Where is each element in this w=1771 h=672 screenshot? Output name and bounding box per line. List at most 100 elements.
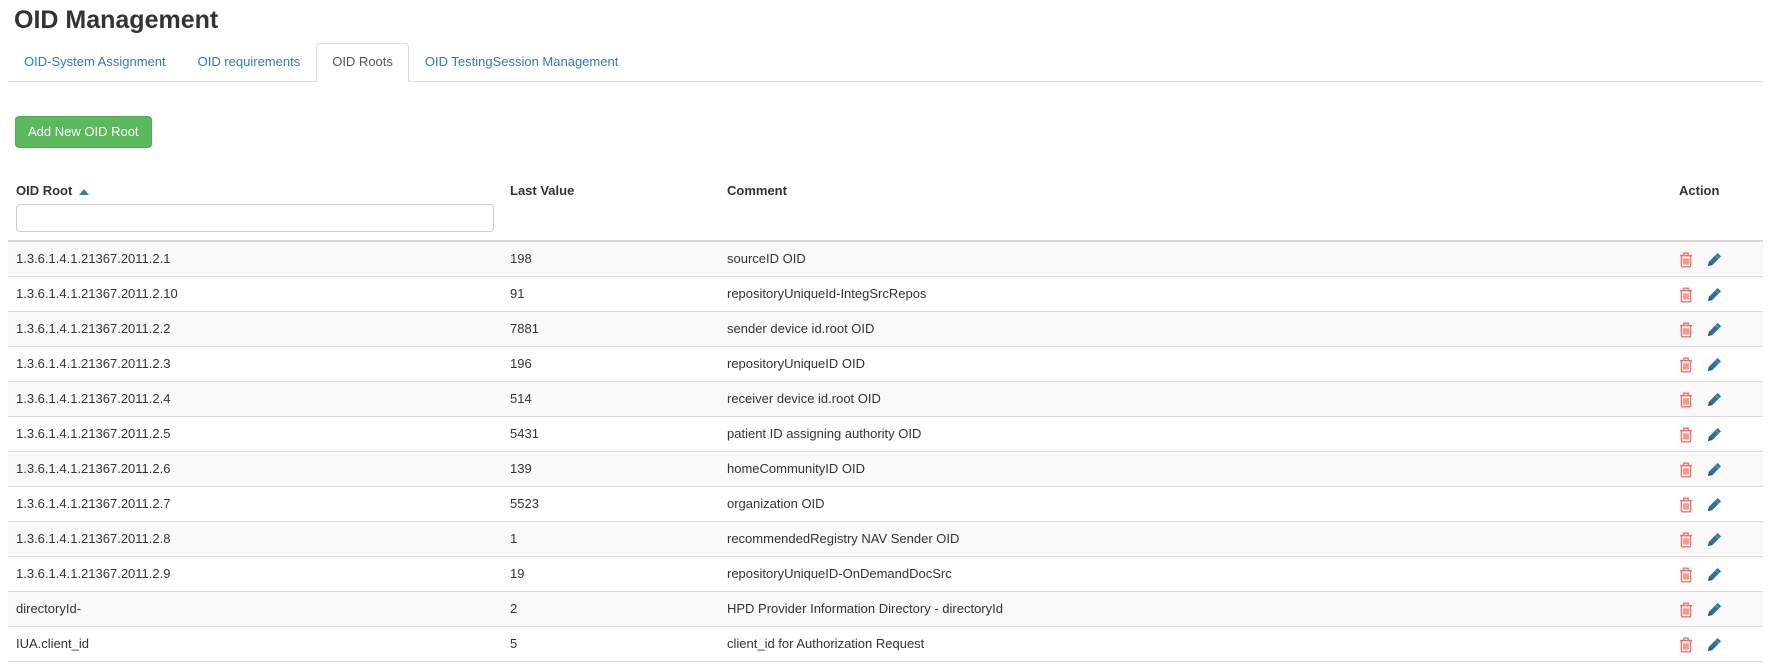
tab-oid-testingsession-management[interactable]: OID TestingSession Management [409,43,634,82]
comment-cell: repositoryUniqueId-IntegSrcRepos [719,277,1671,312]
last-value-cell: 7881 [502,312,719,347]
delete-button[interactable] [1679,602,1693,618]
oid-root-cell: 1.3.6.1.4.1.21367.2011.2.2 [8,312,502,347]
pencil-icon [1707,567,1722,582]
trash-icon [1679,322,1693,338]
delete-button[interactable] [1679,497,1693,513]
column-header-action: Action [1671,174,1763,203]
pencil-icon [1707,252,1722,267]
sort-ascending-icon[interactable] [79,189,89,195]
comment-cell: repositoryUniqueID-OnDemandDocSrc [719,557,1671,592]
oid-root-cell: 1.3.6.1.4.1.21367.2011.2.3 [8,347,502,382]
action-cell [1671,557,1763,592]
table-row: 1.3.6.1.4.1.21367.2011.2.7 5523 organiza… [8,487,1763,522]
edit-button[interactable] [1707,392,1722,407]
delete-button[interactable] [1679,637,1693,653]
oid-root-cell: directoryId- [8,592,502,627]
edit-button[interactable] [1707,357,1722,372]
edit-button[interactable] [1707,462,1722,477]
tab-oid-requirements-label[interactable]: OID requirements [182,43,317,82]
last-value-cell: 91 [502,277,719,312]
comment-cell: organization OID [719,487,1671,522]
delete-button[interactable] [1679,567,1693,583]
trash-icon [1679,252,1693,268]
column-header-oid-root[interactable]: OID Root [8,174,502,203]
comment-cell: recommendedRegistry NAV Sender OID [719,522,1671,557]
delete-button[interactable] [1679,392,1693,408]
pencil-icon [1707,497,1722,512]
edit-button[interactable] [1707,497,1722,512]
trash-icon [1679,497,1693,513]
add-new-oid-root-button[interactable]: Add New OID Root [15,116,152,149]
trash-icon [1679,392,1693,408]
table-header-row: OID Root Last Value Comment Action [8,174,1763,203]
edit-button[interactable] [1707,427,1722,442]
tab-oid-requirements[interactable]: OID requirements [182,43,317,82]
edit-button[interactable] [1707,287,1722,302]
table-row: directoryId- 2 HPD Provider Information … [8,592,1763,627]
edit-button[interactable] [1707,567,1722,582]
edit-button[interactable] [1707,322,1722,337]
comment-cell: sender device id.root OID [719,312,1671,347]
trash-icon [1679,462,1693,478]
trash-icon [1679,637,1693,653]
delete-button[interactable] [1679,252,1693,268]
oid-management-page: OID Management OID-System Assignment OID… [0,5,1771,662]
edit-button[interactable] [1707,252,1722,267]
tab-oid-system-assignment[interactable]: OID-System Assignment [8,43,182,82]
action-cell [1671,347,1763,382]
edit-button[interactable] [1707,602,1722,617]
comment-cell: receiver device id.root OID [719,382,1671,417]
tab-bar: OID-System Assignment OID requirements O… [8,43,1763,82]
edit-button[interactable] [1707,637,1722,652]
delete-button[interactable] [1679,287,1693,303]
pencil-icon [1707,462,1722,477]
table-row: 1.3.6.1.4.1.21367.2011.2.9 19 repository… [8,557,1763,592]
last-value-cell: 2 [502,592,719,627]
oid-root-cell: 1.3.6.1.4.1.21367.2011.2.9 [8,557,502,592]
action-cell [1671,382,1763,417]
page-title: OID Management [14,5,1763,36]
table-row: 1.3.6.1.4.1.21367.2011.2.1 198 sourceID … [8,241,1763,277]
delete-button[interactable] [1679,427,1693,443]
oid-root-filter-input[interactable] [16,204,494,232]
column-header-oid-root-label[interactable]: OID Root [16,183,72,198]
table-row: 1.3.6.1.4.1.21367.2011.2.5 5431 patient … [8,417,1763,452]
oid-root-cell: 1.3.6.1.4.1.21367.2011.2.1 [8,241,502,277]
column-header-last-value: Last Value [502,174,719,203]
oid-root-cell: 1.3.6.1.4.1.21367.2011.2.7 [8,487,502,522]
pencil-icon [1707,287,1722,302]
oid-root-cell: 1.3.6.1.4.1.21367.2011.2.4 [8,382,502,417]
column-header-comment: Comment [719,174,1671,203]
pencil-icon [1707,322,1722,337]
pencil-icon [1707,427,1722,442]
oid-root-cell: 1.3.6.1.4.1.21367.2011.2.10 [8,277,502,312]
oid-root-cell: 1.3.6.1.4.1.21367.2011.2.5 [8,417,502,452]
trash-icon [1679,357,1693,373]
table-row: 1.3.6.1.4.1.21367.2011.2.10 91 repositor… [8,277,1763,312]
delete-button[interactable] [1679,532,1693,548]
comment-cell: client_id for Authorization Request [719,627,1671,662]
oid-root-cell: 1.3.6.1.4.1.21367.2011.2.8 [8,522,502,557]
delete-button[interactable] [1679,462,1693,478]
tab-oid-testingsession-management-label[interactable]: OID TestingSession Management [409,43,634,82]
delete-button[interactable] [1679,322,1693,338]
delete-button[interactable] [1679,357,1693,373]
oid-table-body: 1.3.6.1.4.1.21367.2011.2.1 198 sourceID … [8,241,1763,662]
trash-icon [1679,287,1693,303]
pencil-icon [1707,392,1722,407]
action-cell [1671,241,1763,277]
last-value-cell: 5523 [502,487,719,522]
tab-oid-roots[interactable]: OID Roots [316,43,409,82]
table-row: 1.3.6.1.4.1.21367.2011.2.3 196 repositor… [8,347,1763,382]
last-value-cell: 514 [502,382,719,417]
pencil-icon [1707,357,1722,372]
edit-button[interactable] [1707,532,1722,547]
tab-oid-roots-label[interactable]: OID Roots [316,43,409,82]
comment-cell: patient ID assigning authority OID [719,417,1671,452]
table-row: 1.3.6.1.4.1.21367.2011.2.8 1 recommended… [8,522,1763,557]
tab-oid-system-assignment-label[interactable]: OID-System Assignment [8,43,182,82]
trash-icon [1679,602,1693,618]
table-row: 1.3.6.1.4.1.21367.2011.2.6 139 homeCommu… [8,452,1763,487]
oid-roots-table: OID Root Last Value Comment Action 1.3.6… [8,174,1763,662]
